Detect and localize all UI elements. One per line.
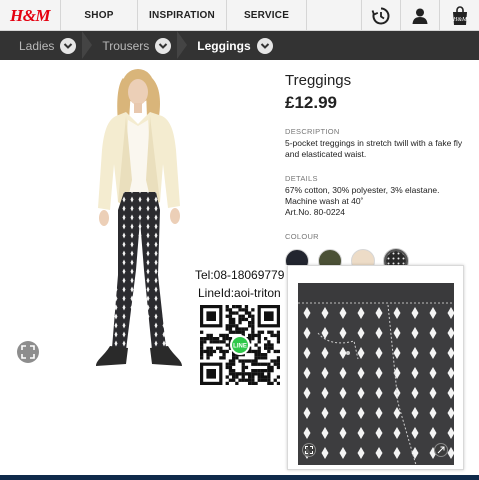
chevron-down-icon[interactable] [60,37,77,54]
history-button[interactable] [362,0,401,31]
user-icon [412,8,428,24]
breadcrumb-label: Ladies [19,38,55,53]
breadcrumb-trousers[interactable]: Trousers [102,31,172,60]
line-badge-text: LINE [233,344,247,350]
top-nav: H&M SHOP INSPIRATION SERVICE H&M [0,0,479,31]
description-text: 5-pocket treggings in stretch twill with… [285,138,463,159]
nav-shop[interactable]: SHOP [61,0,138,31]
shopping-bag-icon: H&M [452,5,468,25]
page: H&M SHOP INSPIRATION SERVICE H&M Ladies … [0,0,479,480]
colour-heading: COLOUR [285,232,319,241]
product-info: Treggings £12.99 DESCRIPTION 5-pocket tr… [285,72,475,273]
chevron-down-icon[interactable] [256,37,273,54]
description-heading: DESCRIPTION [285,127,340,136]
expand-image-icon[interactable] [17,341,39,363]
breadcrumb-leggings[interactable]: Leggings [197,31,273,60]
logo-text: H&M [9,5,51,25]
breadcrumb-ladies[interactable]: Ladies [19,31,77,60]
hm-logo[interactable]: H&M [0,0,61,31]
contact-tel: Tel:08-18069779 [195,268,285,282]
account-button[interactable] [401,0,440,31]
bottom-bar [0,475,479,480]
product-price: £12.99 [285,93,337,112]
breadcrumb-label: Leggings [197,38,251,53]
qr-code[interactable]: LINE [200,305,281,386]
details-heading: DETAILS [285,174,318,183]
details-article-number: Art.No. 80-0224 [285,207,346,217]
nav-inspiration[interactable]: INSPIRATION [138,0,227,31]
clock-icon [371,7,390,24]
breadcrumb: Ladies Trousers Leggings [0,31,479,60]
breadcrumb-separator [177,31,191,60]
breadcrumb-separator [82,31,96,60]
nav-service[interactable]: SERVICE [227,0,307,31]
details-text: 67% cotton, 30% polyester, 3% elastane. … [285,185,475,218]
zoom-expand-icon[interactable] [302,443,316,457]
product-name: Treggings [285,72,352,89]
details-care: Machine wash at 40˚ [285,196,364,206]
nav-spacer [307,0,362,30]
share-icon[interactable] [434,443,448,457]
contact-line-id: LineId:aoi-triton [198,286,281,300]
details-composition: 67% cotton, 30% polyester, 3% elastane. [285,185,440,195]
zoom-detail-image [298,283,454,465]
zoom-detail-panel[interactable] [287,265,464,470]
svg-text:H&M: H&M [452,17,468,23]
breadcrumb-label: Trousers [102,38,150,53]
qr-code-graphic: LINE [200,305,281,386]
bag-button[interactable]: H&M [440,0,479,31]
chevron-down-icon[interactable] [155,37,172,54]
